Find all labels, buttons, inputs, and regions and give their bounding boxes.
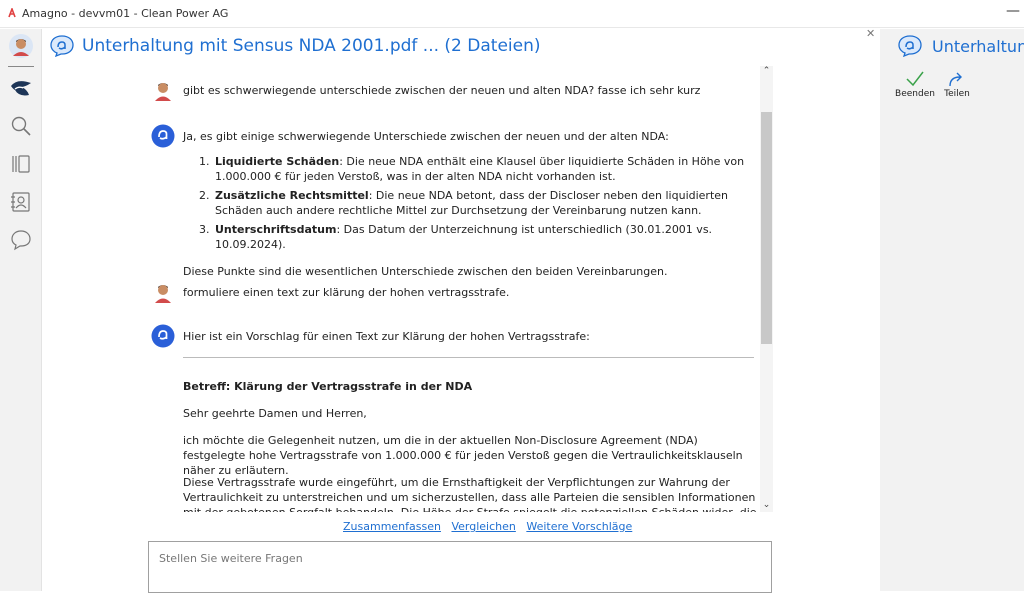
list-item: Zusätzliche Rechtsmittel: Die neue NDA b… xyxy=(213,188,758,218)
window-titlebar: Amagno - devvm01 - Clean Power AG — xyxy=(0,0,1024,28)
scroll-down-arrow[interactable]: ⌄ xyxy=(760,500,773,510)
sidebar-item-contacts[interactable] xyxy=(8,189,34,215)
question-input-box[interactable] xyxy=(148,541,772,593)
sidebar-item-search[interactable] xyxy=(8,113,34,139)
search-icon xyxy=(11,116,31,136)
letter-subject: Betreff: Klärung der Vertragsstrafe in d… xyxy=(183,380,473,393)
end-button[interactable]: Beenden xyxy=(894,69,936,99)
list-item: Unterschriftsdatum: Das Datum der Unterz… xyxy=(213,222,758,252)
library-icon xyxy=(12,155,30,173)
sensus-assistant-icon xyxy=(898,35,922,57)
sidebar-separator xyxy=(8,66,34,67)
sidebar-item-chat[interactable] xyxy=(8,227,34,253)
more-suggestions-link[interactable]: Weitere Vorschläge xyxy=(526,520,632,533)
sidebar-user-avatar[interactable] xyxy=(8,33,34,59)
close-icon[interactable]: ✕ xyxy=(866,27,875,40)
window-title: Amagno - devvm01 - Clean Power AG xyxy=(22,7,229,20)
message-body: Ja, es gibt einige schwerwiegende Unters… xyxy=(183,129,758,279)
scroll-up-arrow[interactable]: ⌃ xyxy=(760,66,773,76)
right-panel: Unterhaltung Beenden Teilen xyxy=(880,29,1024,591)
list-item: Liquidierte Schäden: Die neue NDA enthäl… xyxy=(213,154,758,184)
sidebar-item-home[interactable] xyxy=(8,75,34,101)
share-button[interactable]: Teilen xyxy=(936,69,978,99)
message-text: formuliere einen text zur klärung der ho… xyxy=(183,286,510,299)
letter-paragraph: ich möchte die Gelegenheit nutzen, um di… xyxy=(183,434,743,477)
chat-icon xyxy=(11,230,31,251)
minimize-button[interactable]: — xyxy=(1006,3,1020,19)
divider xyxy=(183,357,754,358)
user-avatar-icon xyxy=(9,34,33,58)
page-title: Unterhaltung mit Sensus NDA 2001.pdf ...… xyxy=(82,36,541,56)
letter-paragraph: Diese Vertragsstrafe wurde eingeführt, u… xyxy=(183,476,757,512)
scrollbar-thumb[interactable] xyxy=(761,112,772,344)
message-text: gibt es schwerwiegende unterschiede zwis… xyxy=(183,84,701,97)
amagno-logo-icon xyxy=(8,8,16,18)
chat-transcript: gibt es schwerwiegende unterschiede zwis… xyxy=(145,66,773,512)
chat-scrollbar[interactable]: ⌃ ⌄ xyxy=(760,66,773,512)
share-button-label: Teilen xyxy=(944,89,970,99)
right-panel-title: Unterhaltung xyxy=(932,37,1024,56)
sensus-assistant-icon xyxy=(151,124,175,148)
sensus-assistant-icon xyxy=(151,324,175,348)
share-arrow-icon xyxy=(949,72,962,87)
sensus-assistant-icon xyxy=(50,35,74,57)
suggestion-links: Zusammenfassen Vergleichen Weitere Vorsc… xyxy=(343,520,639,533)
differences-list: Liquidierte Schäden: Die neue NDA enthäl… xyxy=(213,154,758,252)
message-intro: Hier ist ein Vorschlag für einen Text zu… xyxy=(183,330,590,343)
checkmark-icon xyxy=(906,71,924,87)
letter-greeting: Sehr geehrte Damen und Herren, xyxy=(183,407,367,420)
end-button-label: Beenden xyxy=(895,89,935,99)
question-input[interactable] xyxy=(159,552,759,565)
bird-logo-icon xyxy=(11,81,31,96)
message-intro: Ja, es gibt einige schwerwiegende Unters… xyxy=(183,130,669,143)
user-avatar-icon xyxy=(151,280,175,304)
user-avatar-icon xyxy=(151,78,175,102)
sidebar-item-library[interactable] xyxy=(8,151,34,177)
message-outro: Diese Punkte sind die wesentlichen Unter… xyxy=(183,265,668,278)
sidebar xyxy=(0,29,42,591)
summarize-link[interactable]: Zusammenfassen xyxy=(343,520,441,533)
compare-link[interactable]: Vergleichen xyxy=(451,520,515,533)
contacts-icon xyxy=(11,192,30,212)
